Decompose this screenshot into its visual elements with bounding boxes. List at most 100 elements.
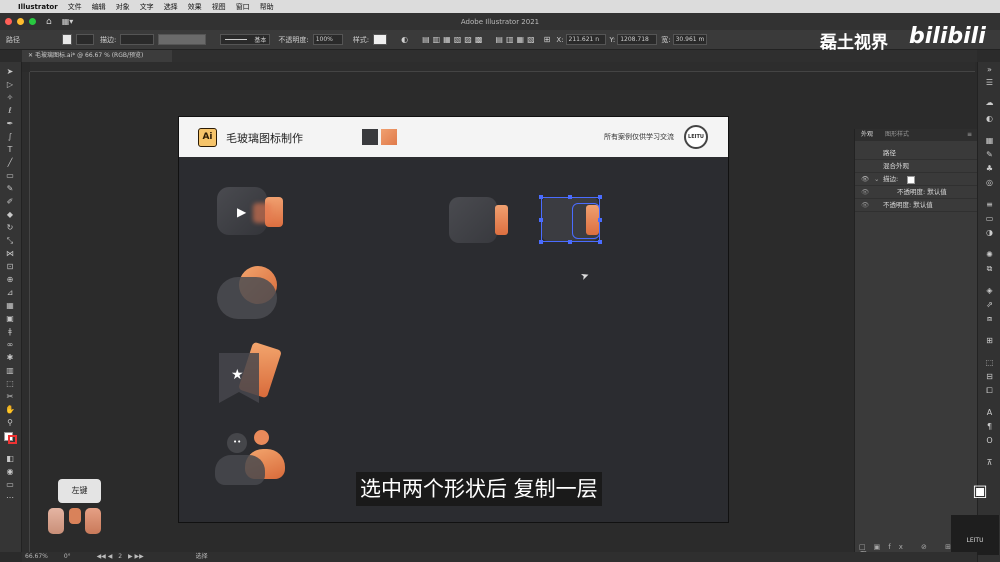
artboards-icon[interactable]: ⧈ <box>984 314 995 323</box>
pathfinder-panel-icon[interactable]: ⧠ <box>984 386 995 395</box>
rotation-angle[interactable]: 0° <box>64 553 71 560</box>
width-tool-icon[interactable]: ⋈ <box>4 249 16 258</box>
close-tab-icon[interactable]: ✕ <box>28 52 35 59</box>
stroke-icon[interactable]: ≡ <box>984 200 995 209</box>
align-panel-icon[interactable]: ⊟ <box>984 372 995 381</box>
menu-window[interactable]: 窗口 <box>236 2 250 12</box>
magic-wand-tool-icon[interactable]: ✧ <box>4 93 16 102</box>
perspective-grid-tool-icon[interactable]: ⊿ <box>4 288 16 297</box>
blend-tool-icon[interactable]: ∞ <box>4 340 16 349</box>
scale-tool-icon[interactable]: ⤡ <box>4 236 16 245</box>
menu-view[interactable]: 视图 <box>212 2 226 12</box>
opacity-field[interactable]: 100% <box>312 34 343 45</box>
menu-file[interactable]: 文件 <box>68 2 82 12</box>
selection-handle[interactable] <box>598 195 602 199</box>
zoom-tool-icon[interactable]: ⚲ <box>4 418 16 427</box>
slice-tool-icon[interactable]: ✂ <box>4 392 16 401</box>
panel-menu-icon[interactable]: ≡ <box>967 129 972 141</box>
navigator-icon[interactable]: ⊼ <box>984 458 995 467</box>
lasso-tool-icon[interactable]: ℓ <box>4 106 16 115</box>
recolor-icon[interactable]: ◐ <box>401 35 408 44</box>
pen-tool-icon[interactable]: ✒ <box>4 119 16 128</box>
transform-panel-icon[interactable]: ⬚ <box>984 358 995 367</box>
character-icon[interactable]: A <box>984 408 995 417</box>
menu-type[interactable]: 文字 <box>140 2 154 12</box>
collapse-dock-icon[interactable]: » <box>984 65 995 74</box>
libraries-icon[interactable]: ☁ <box>984 98 995 107</box>
screen-mode-icon[interactable]: ▭ <box>4 480 16 489</box>
selection-handle[interactable] <box>539 218 543 222</box>
menu-effect[interactable]: 效果 <box>188 2 202 12</box>
distribute-icons[interactable]: ▤▥▦▧ <box>495 35 537 44</box>
menu-help[interactable]: 帮助 <box>260 2 274 12</box>
asset-export-icon[interactable]: ⇗ <box>984 300 995 309</box>
variable-width-profile[interactable] <box>158 34 207 45</box>
edit-toolbar-icon[interactable]: ⋯ <box>4 493 16 502</box>
horizontal-ruler[interactable] <box>30 62 975 72</box>
swatches-icon[interactable]: ▦ <box>984 136 995 145</box>
gradient-icon[interactable]: ▭ <box>984 214 995 223</box>
transform-icon[interactable]: ⊞ <box>544 35 551 44</box>
direct-selection-tool-icon[interactable]: ▷ <box>4 80 16 89</box>
tab-graphic-styles[interactable]: 图形样式 <box>885 131 909 138</box>
eraser-tool-icon[interactable]: ◆ <box>4 210 16 219</box>
selection-handle[interactable] <box>539 240 543 244</box>
brushes-icon[interactable]: ✎ <box>984 150 995 159</box>
appearance-icon[interactable]: ✺ <box>984 250 995 259</box>
curvature-tool-icon[interactable]: ∫ <box>4 132 16 141</box>
menu-object[interactable]: 对象 <box>116 2 130 12</box>
layers-icon[interactable]: ◈ <box>984 286 995 295</box>
menu-select[interactable]: 选择 <box>164 2 178 12</box>
graphic-style-swatch[interactable] <box>373 34 388 45</box>
fill-stroke-icon[interactable] <box>4 432 18 444</box>
transparency-icon[interactable]: ◑ <box>984 228 995 237</box>
vertical-ruler[interactable] <box>22 72 30 552</box>
graphic-styles-panel-icon[interactable]: ⧉ <box>984 264 995 273</box>
x-field[interactable]: 211.621 n <box>565 34 606 45</box>
artboard[interactable]: Ai 毛玻璃图标制作 所有案例仅供学习交流 LEITU ▶ ★ •• ➤ <box>178 116 729 523</box>
width-field[interactable]: 30.961 m <box>672 34 707 45</box>
mesh-tool-icon[interactable]: ▦ <box>4 301 16 310</box>
free-transform-tool-icon[interactable]: ⊡ <box>4 262 16 271</box>
selection-handle[interactable] <box>539 195 543 199</box>
column-graph-tool-icon[interactable]: ▥ <box>4 366 16 375</box>
artboard-number[interactable]: 2 <box>118 553 122 560</box>
fill-swatch[interactable] <box>62 34 72 45</box>
menu-edit[interactable]: 编辑 <box>92 2 106 12</box>
stroke-weight-field[interactable] <box>120 34 155 45</box>
appearance-row-path[interactable]: 路径 <box>855 147 978 160</box>
rectangle-tool-icon[interactable]: ▭ <box>4 171 16 180</box>
artboard-nav-next-icon[interactable]: ▶ ▶▶ <box>128 553 144 560</box>
visibility-eye-icon[interactable]: 👁 <box>861 173 869 186</box>
graphic-styles-icon[interactable]: ◎ <box>984 178 995 187</box>
pathfinder-icon[interactable]: ⊞ <box>984 336 995 345</box>
brush-definition-dropdown[interactable]: 基本 <box>220 34 271 45</box>
opentype-icon[interactable]: O <box>984 436 995 445</box>
artboard-nav-prev-icon[interactable]: ◀◀ ◀ <box>97 553 113 560</box>
selection-tool-icon[interactable]: ➤ <box>4 67 16 76</box>
document-tab[interactable]: ✕ 毛玻璃图标.ai* @ 66.67 % (RGB/预览) <box>22 50 172 62</box>
tab-appearance[interactable]: 外观 <box>861 131 873 138</box>
line-tool-icon[interactable]: ╱ <box>4 158 16 167</box>
symbols-icon[interactable]: ♣ <box>984 164 995 173</box>
selection-handle[interactable] <box>598 240 602 244</box>
selection-handle[interactable] <box>568 240 572 244</box>
stroke-none-swatch[interactable] <box>907 176 915 184</box>
rotate-tool-icon[interactable]: ↻ <box>4 223 16 232</box>
app-menu[interactable]: Illustrator <box>18 3 58 11</box>
y-field[interactable]: 1208.718 <box>617 34 658 45</box>
eyedropper-tool-icon[interactable]: ǂ <box>4 327 16 336</box>
paragraph-icon[interactable]: ¶ <box>984 422 995 431</box>
gradient-tool-icon[interactable]: ▣ <box>4 314 16 323</box>
shaper-tool-icon[interactable]: ✐ <box>4 197 16 206</box>
appearance-row-stroke-opacity[interactable]: 👁 不透明度: 默认值 <box>855 186 978 199</box>
artboard-tool-icon[interactable]: ⬚ <box>4 379 16 388</box>
symbol-sprayer-tool-icon[interactable]: ✱ <box>4 353 16 362</box>
zoom-level[interactable]: 66.67% <box>25 553 48 560</box>
selection-handle[interactable] <box>598 218 602 222</box>
appearance-row-opacity[interactable]: 👁 不透明度: 默认值 <box>855 199 978 212</box>
properties-icon[interactable]: ☰ <box>984 78 995 87</box>
visibility-eye-icon[interactable]: 👁 <box>861 199 869 212</box>
visibility-eye-icon[interactable]: 👁 <box>861 186 869 199</box>
shape-builder-tool-icon[interactable]: ⊕ <box>4 275 16 284</box>
